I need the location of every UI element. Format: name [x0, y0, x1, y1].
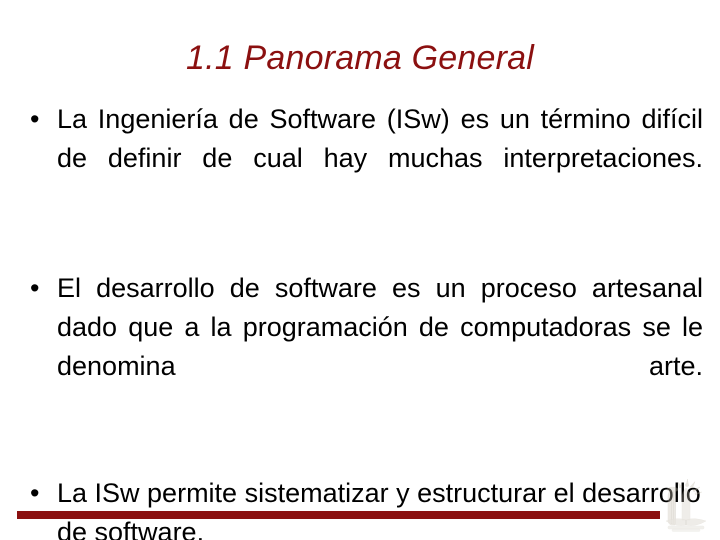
slide-title: 1.1 Panorama General: [186, 39, 534, 77]
bullet-text: La Ingeniería de Software (ISw) es un té…: [57, 104, 703, 173]
bullet-marker-icon: •: [30, 104, 40, 134]
bullet-item: • La Ingeniería de Software (ISw) es un …: [17, 100, 703, 217]
institutional-monument-emblem-icon: [658, 476, 714, 534]
bullet-item: • El desarrollo de software es un proces…: [17, 269, 703, 425]
bullet-list: • La Ingeniería de Software (ISw) es un …: [17, 100, 703, 540]
bullet-marker-icon: •: [30, 273, 40, 303]
bullet-marker-icon: •: [30, 478, 40, 508]
footer-accent-bar: [17, 511, 660, 519]
bullet-item: • La ISw permite sistematizar y estructu…: [17, 474, 703, 540]
bullet-text: El desarrollo de software es un proceso …: [57, 273, 703, 381]
presentation-slide: 1.1 Panorama General • La Ingeniería de …: [0, 0, 720, 540]
bullet-text: La ISw permite sistematizar y estructura…: [57, 478, 701, 540]
